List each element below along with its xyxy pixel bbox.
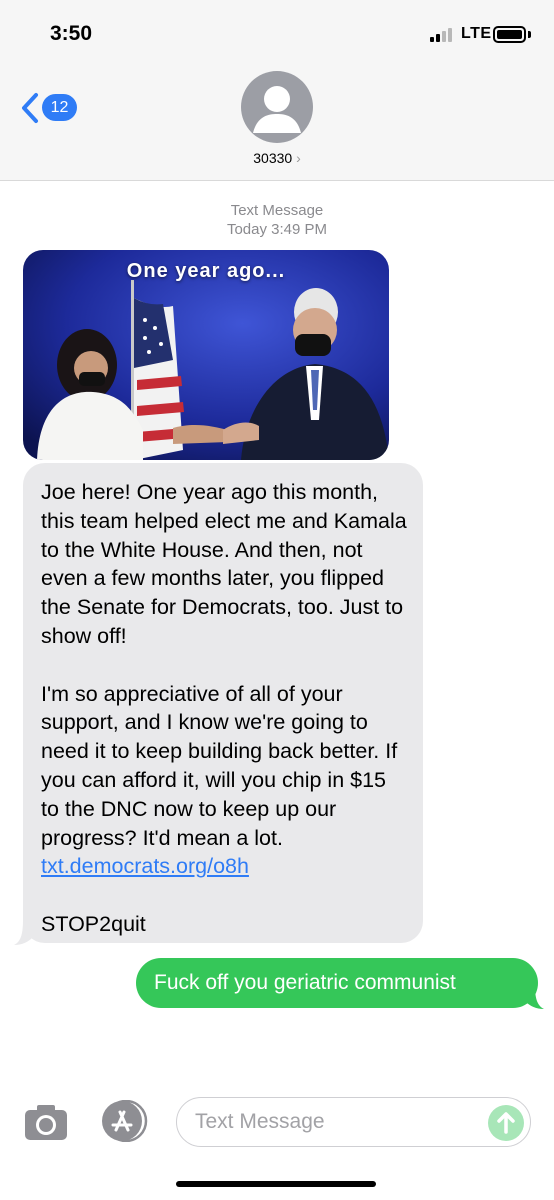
incoming-image-attachment[interactable]: One year ago... <box>23 250 389 460</box>
status-bar: 3:50 LTE <box>0 0 554 60</box>
incoming-bubble-tail <box>14 920 32 945</box>
message-composer <box>0 1085 554 1157</box>
status-time: 3:50 <box>50 22 93 45</box>
network-type: LTE <box>461 25 492 42</box>
message-paragraph: Joe here! One year ago this month, this … <box>41 480 407 648</box>
battery-cap <box>528 31 531 38</box>
message-paragraph-text: I'm so appreciative of all of your suppo… <box>41 681 398 850</box>
camera-button[interactable] <box>23 1102 69 1142</box>
chevron-right-icon: › <box>296 150 301 166</box>
camera-icon <box>25 1105 67 1140</box>
message-paragraph: I'm so appreciative of all of your suppo… <box>41 680 407 882</box>
outgoing-message-text: Fuck off you geriatric communist <box>154 971 456 994</box>
cellular-signal-icon <box>430 27 454 42</box>
person-placeholder-icon[interactable] <box>241 71 313 143</box>
image-caption: One year ago... <box>126 260 286 282</box>
message-link[interactable]: txt.democrats.org/o8h <box>41 854 249 878</box>
send-button[interactable] <box>488 1105 524 1141</box>
text-message-field[interactable] <box>176 1097 531 1147</box>
incoming-message-text: Joe here! One year ago this month, this … <box>41 478 407 939</box>
arrow-up-icon <box>497 1112 515 1134</box>
unread-count-badge: 12 <box>42 94 77 121</box>
outgoing-bubble-tail <box>526 986 544 1009</box>
home-indicator[interactable] <box>176 1181 376 1187</box>
service-label: Text Message <box>230 202 324 219</box>
message-input[interactable] <box>195 1106 475 1138</box>
battery-icon <box>493 26 526 43</box>
app-store-icon <box>102 1099 148 1143</box>
message-paragraph: STOP2quit <box>41 911 146 936</box>
app-store-button[interactable] <box>98 1099 150 1143</box>
contact-name-button[interactable]: 30330 › <box>0 150 554 166</box>
contact-name: 30330 <box>253 150 293 166</box>
outgoing-message-bubble[interactable]: Fuck off you geriatric communist <box>136 958 538 1008</box>
message-timestamp: Today 3:49 PM <box>226 221 328 238</box>
conversation-header: 12 30330 › <box>0 60 554 181</box>
back-button[interactable]: 12 <box>20 88 82 128</box>
chevron-left-icon <box>22 93 38 123</box>
incoming-message-bubble[interactable]: Joe here! One year ago this month, this … <box>23 463 423 943</box>
thread-metadata: Text Message Today 3:49 PM <box>0 201 554 239</box>
